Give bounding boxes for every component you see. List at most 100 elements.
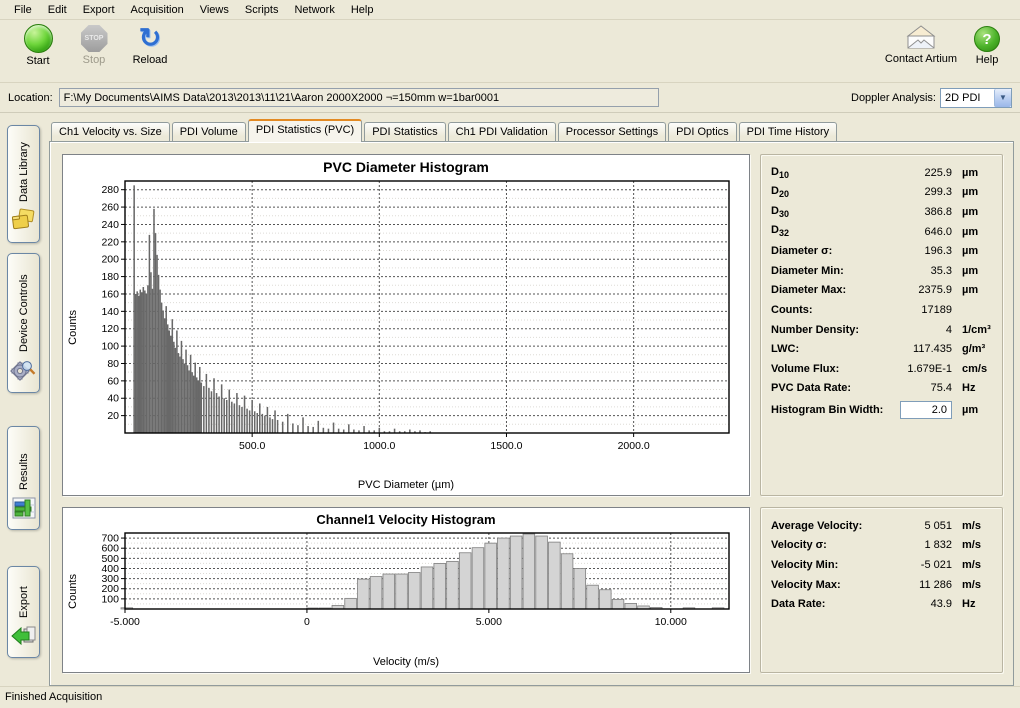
svg-text:120: 120 [101,323,119,335]
velocity-stat-row: Velocity Min:-5 021m/s [771,555,994,575]
diameter-stat-row: D10225.9µm [771,163,994,183]
reload-button-label: Reload [133,54,168,66]
tab-ch1-velocity-vs-size[interactable]: Ch1 Velocity vs. Size [51,122,170,142]
diameter-stat-unit: µm [952,245,994,257]
contact-artium-button[interactable]: Contact Artium [878,24,964,65]
diameter-stat-row: Diameter Max:2375.9µm [771,281,994,301]
diameter-stat-row: Diameter Min:35.3µm [771,261,994,281]
velocity-stat-row: Data Rate:43.9Hz [771,594,994,614]
menu-item-scripts[interactable]: Scripts [237,2,287,18]
diameter-stat-label: D20 [771,185,890,199]
tab-pdi-volume[interactable]: PDI Volume [172,122,246,142]
tab-pdi-time-history[interactable]: PDI Time History [739,122,838,142]
tab-pdi-optics[interactable]: PDI Optics [668,122,737,142]
menu-bar: FileEditExportAcquisitionViewsScriptsNet… [0,0,1020,20]
main-area: Data Library Device Controls Results Export… [0,113,1020,686]
svg-text:0: 0 [304,616,310,628]
svg-text:80: 80 [107,358,119,370]
chevron-down-icon[interactable]: ▼ [994,89,1011,107]
status-text: Finished Acquisition [5,691,102,703]
velocity-stat-unit: m/s [952,559,994,571]
sidebar-item-export[interactable]: Export [7,566,40,658]
diameter-stat-row: Diameter σ:196.3µm [771,241,994,261]
help-button-label: Help [976,54,999,66]
menu-item-export[interactable]: Export [75,2,123,18]
folders-icon [10,208,37,236]
help-button[interactable]: ? Help [964,24,1010,66]
svg-text:160: 160 [101,288,119,300]
stop-button-label: Stop [83,54,106,66]
svg-text:10.000: 10.000 [655,616,687,628]
location-label: Location: [8,92,53,104]
sidebar-item-label: Results [18,435,30,490]
diameter-stat-unit: µm [952,206,994,218]
diameter-stat-row: Histogram Bin Width:µm [771,398,994,422]
svg-text:2000.0: 2000.0 [618,440,650,452]
diameter-stat-label: PVC Data Rate: [771,382,890,394]
velocity-stat-label: Velocity Min: [771,559,890,571]
doppler-analysis-label: Doppler Analysis: [851,92,936,104]
svg-text:220: 220 [101,236,119,248]
diameter-stat-row: D32646.0µm [771,222,994,242]
tab-pdi-statistics-pvc[interactable]: PDI Statistics (PVC) [248,119,362,142]
diameter-stat-unit: Hz [952,382,994,394]
velocity-stat-value: 11 286 [890,579,952,591]
velocity-stat-row: Velocity Max:11 286m/s [771,575,994,595]
sidebar-item-data-library[interactable]: Data Library [7,125,40,243]
svg-text:1000.0: 1000.0 [363,440,395,452]
pvc-chart-xlabel: PVC Diameter (µm) [63,479,749,495]
diameter-stat-unit: 1/cm³ [952,324,994,336]
diameter-stat-value: 299.3 [890,186,952,198]
diameter-stat-label: D32 [771,224,890,238]
tab-page: PVC Diameter Histogram Counts 2040608010… [49,141,1014,686]
start-button[interactable]: Start [10,24,66,67]
menu-item-views[interactable]: Views [192,2,237,18]
reload-button[interactable]: ↻ Reload [122,24,178,66]
velocity-stat-label: Data Rate: [771,598,890,610]
diameter-stat-unit: µm [952,284,994,296]
menu-item-help[interactable]: Help [343,2,382,18]
sidebar-item-label: Device Controls [18,262,30,352]
velocity-stat-label: Average Velocity: [771,520,890,532]
export-arrow-icon [10,624,37,651]
sidebar-item-device-controls[interactable]: Device Controls [7,253,40,393]
diameter-stat-row: PVC Data Rate:75.4Hz [771,379,994,399]
bar-chart-icon [11,496,37,523]
menu-item-edit[interactable]: Edit [40,2,75,18]
menu-item-file[interactable]: File [6,2,40,18]
diameter-stat-value: 4 [890,324,952,336]
menu-item-network[interactable]: Network [286,2,342,18]
velocity-stat-value: 1 832 [890,539,952,551]
stop-button: STOP Stop [66,24,122,66]
velocity-stat-label: Velocity σ: [771,539,890,551]
svg-text:-5.000: -5.000 [110,616,140,628]
svg-text:40: 40 [107,393,119,405]
location-input[interactable] [59,88,659,107]
diameter-stat-label: D10 [771,166,890,180]
diameter-stat-value: 75.4 [890,382,952,394]
pvc-diameter-histogram-panel: PVC Diameter Histogram Counts 2040608010… [62,154,750,496]
tab-content-area: Ch1 Velocity vs. SizePDI VolumePDI Stati… [47,113,1020,686]
velocity-stat-unit: Hz [952,598,994,610]
tab-ch1-pdi-validation[interactable]: Ch1 PDI Validation [448,122,556,142]
diameter-stat-unit: µm [952,265,994,277]
svg-text:5.000: 5.000 [476,616,502,628]
diameter-stat-row: Counts:17189 [771,300,994,320]
reload-icon: ↻ [139,24,162,52]
menu-item-acquisition[interactable]: Acquisition [123,2,192,18]
svg-text:500.0: 500.0 [239,440,265,452]
diameter-stat-label: Counts: [771,304,890,316]
diameter-stats-panel: D10225.9µmD20299.3µmD30386.8µmD32646.0µm… [760,154,1003,496]
sidebar-item-results[interactable]: Results [7,426,40,530]
sidebar: Data Library Device Controls Results Export [0,113,47,686]
tab-processor-settings[interactable]: Processor Settings [558,122,666,142]
tab-pdi-statistics[interactable]: PDI Statistics [364,122,445,142]
histogram-bin-width-input[interactable] [900,401,952,419]
start-button-label: Start [26,55,49,67]
svg-text:200: 200 [101,254,119,266]
pvc-histogram-chart: 2040608010012014016018020022024026028050… [83,175,743,463]
velocity-chart-xlabel: Velocity (m/s) [63,656,749,672]
diameter-stat-unit: µm [952,404,994,416]
diameter-stat-value: 117.435 [890,343,952,355]
doppler-analysis-dropdown[interactable]: 2D PDI ▼ [940,88,1012,108]
